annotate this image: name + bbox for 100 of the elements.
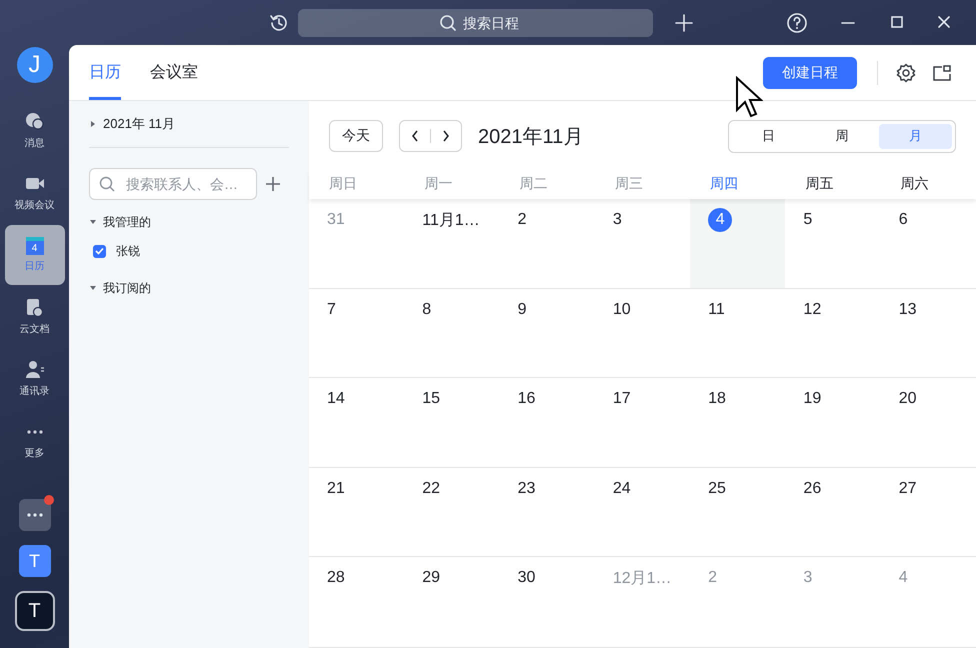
check-icon [95, 247, 104, 255]
day-number: 14 [327, 389, 346, 409]
day-cell[interactable]: 28 [309, 557, 404, 648]
day-number: 20 [898, 389, 918, 409]
day-number: 7 [327, 300, 337, 320]
day-cell[interactable]: 16 [500, 378, 595, 468]
day-number: 16 [518, 389, 536, 409]
day-number: 21 [327, 478, 346, 498]
search-icon [99, 176, 115, 192]
calendar-name: 张锐 [116, 242, 140, 260]
day-number: 9 [518, 300, 528, 320]
nav-item[interactable]: 更多 [4, 411, 64, 471]
view-tab[interactable]: 日 [732, 124, 806, 148]
add-icon[interactable] [265, 176, 281, 192]
day-cell[interactable]: 14 [309, 378, 404, 468]
checkbox[interactable] [93, 244, 106, 258]
day-number: 22 [422, 478, 442, 498]
day-number: 30 [518, 568, 536, 588]
nav-item[interactable]: 云文档 [4, 287, 64, 347]
day-cell[interactable]: 25 [690, 468, 786, 557]
day-cell[interactable]: 21 [309, 468, 404, 557]
weekday-label: 周一 [423, 174, 454, 193]
month-title: 2021年11月 [478, 124, 584, 150]
day-number: 31 [327, 210, 346, 230]
day-number: 4 [898, 568, 909, 588]
day-cell[interactable]: 12 [785, 288, 881, 378]
day-number: 12月1… [612, 568, 672, 588]
day-cell[interactable]: 8 [404, 288, 500, 378]
day-cell[interactable]: 29 [404, 557, 500, 648]
day-cell[interactable]: 5 [785, 199, 881, 288]
day-number: 12 [803, 300, 822, 320]
day-cell[interactable]: 13 [880, 288, 976, 378]
day-cell[interactable]: 24 [594, 468, 690, 557]
expand-arrow-icon[interactable] [89, 120, 97, 128]
weekday-label: 周六 [900, 174, 930, 193]
day-cell[interactable]: 7 [309, 288, 404, 378]
day-number: 11 [708, 300, 726, 320]
contact-search-field[interactable]: 搜索联系人、会… [89, 168, 257, 200]
day-cell[interactable]: 4 [690, 199, 786, 288]
nav-item[interactable]: 4 日历 [4, 225, 64, 285]
today-date: 4 [708, 208, 732, 232]
tab[interactable]: 会议室 [150, 45, 198, 100]
day-cell[interactable]: 27 [880, 468, 976, 557]
collapse-arrow-icon[interactable] [89, 284, 97, 292]
day-cell[interactable]: 23 [500, 468, 595, 557]
view-tab[interactable]: 周 [805, 124, 879, 148]
day-cell[interactable]: 30 [500, 557, 595, 648]
cursor-icon [735, 76, 763, 118]
today-button[interactable]: 今天 [329, 120, 383, 152]
nav-item[interactable]: 消息 [4, 101, 64, 161]
day-number: 24 [612, 478, 632, 498]
app-button[interactable]: T [14, 591, 54, 631]
weekday-label: 周二 [518, 174, 549, 193]
help-icon[interactable] [786, 12, 808, 34]
day-cell[interactable]: 15 [404, 378, 500, 468]
month-picker[interactable]: 2021年 11月 [103, 115, 176, 133]
more-icon [26, 430, 42, 434]
day-cell[interactable]: 6 [880, 199, 976, 288]
day-cell[interactable]: 11 [690, 288, 786, 378]
calendar-group[interactable]: 我管理的 [103, 214, 151, 230]
weekday-label: 周五 [804, 174, 834, 193]
day-cell[interactable]: 17 [594, 378, 690, 468]
day-number: 13 [898, 300, 918, 320]
day-cell[interactable]: 22 [404, 468, 500, 557]
day-number: 18 [708, 389, 727, 409]
nav-item[interactable]: 通讯录 [4, 349, 64, 409]
day-number: 5 [803, 210, 814, 230]
previous-icon[interactable] [411, 130, 419, 142]
day-number: 23 [518, 478, 536, 498]
day-cell[interactable]: 18 [690, 378, 786, 468]
day-number: 28 [327, 568, 346, 588]
view-tab[interactable]: 月 [878, 124, 952, 148]
day-cell[interactable]: 20 [880, 378, 976, 468]
day-number: 29 [422, 568, 442, 588]
day-cell[interactable]: 26 [785, 468, 881, 557]
day-number: 26 [803, 478, 822, 498]
day-cell[interactable]: 2 [500, 199, 595, 288]
search-icon [439, 14, 457, 32]
weekday-label: 周日 [328, 174, 358, 193]
day-number: 3 [803, 568, 814, 588]
day-number: 11月1… [422, 210, 480, 230]
day-cell[interactable]: 19 [785, 378, 881, 468]
day-number: 10 [612, 300, 632, 320]
day-number: 3 [612, 210, 623, 230]
window-icon[interactable] [932, 62, 952, 82]
chat-bubbles-icon [24, 112, 44, 132]
day-number: 25 [708, 478, 727, 498]
weekday-label: 周三 [614, 174, 644, 193]
day-number: 2 [518, 210, 528, 230]
next-icon[interactable] [442, 130, 450, 142]
collapse-arrow-icon[interactable] [89, 218, 97, 226]
day-number: 19 [803, 389, 822, 409]
create-event-button[interactable]: 创建日程 [763, 56, 857, 88]
weekday-label: 周四 [709, 174, 740, 193]
day-cell[interactable]: 11月1… [404, 199, 500, 288]
day-cell[interactable]: 9 [500, 288, 595, 378]
calendar-group[interactable]: 我订阅的 [103, 280, 151, 296]
day-cell[interactable]: 10 [594, 288, 690, 378]
settings-icon[interactable] [896, 62, 916, 82]
nav-item[interactable]: 视频会议 [4, 163, 64, 223]
